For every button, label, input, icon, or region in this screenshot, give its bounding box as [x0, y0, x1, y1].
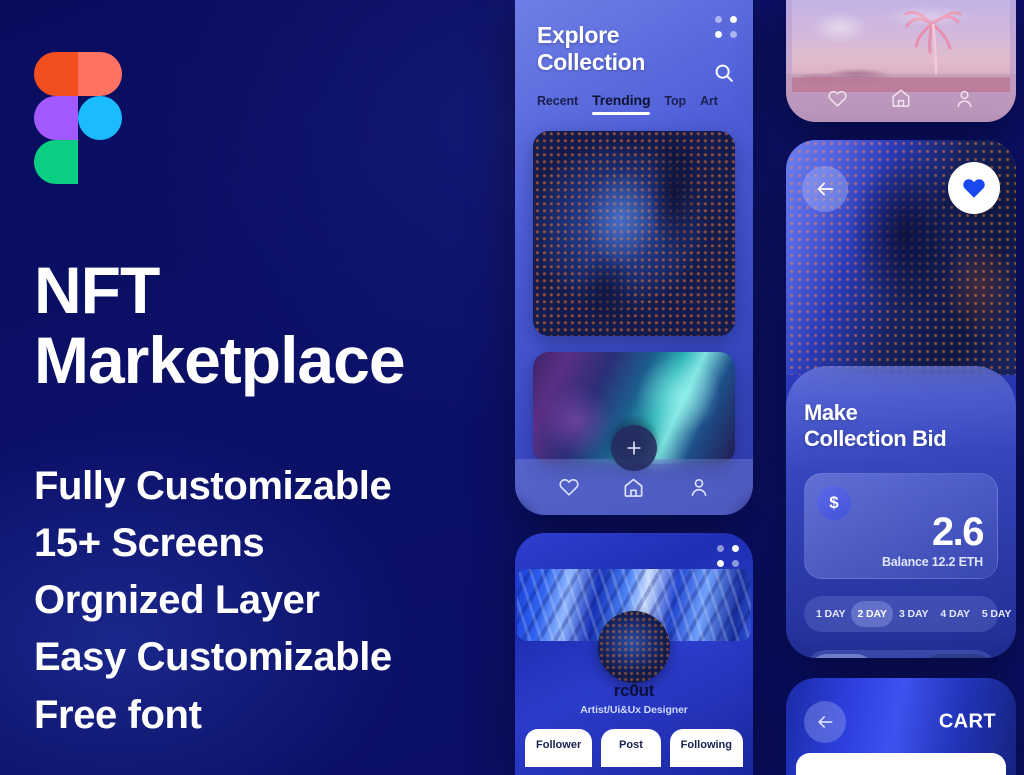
feature-list: Fully Customizable 15+ Screens Orgnized …: [34, 458, 512, 744]
bid-amount-card[interactable]: $ 2.6 Balance 12.2 ETH: [804, 472, 998, 579]
feature-item: Easy Customizable: [34, 635, 392, 680]
feature-item: Orgnized Layer: [34, 578, 320, 623]
explore-tabs: Recent Trending Top Art: [515, 76, 753, 116]
figma-logo-segment-bottom-left: [34, 140, 78, 184]
back-button[interactable]: [804, 701, 846, 743]
add-button[interactable]: [611, 425, 657, 471]
feature-item: Free font: [34, 692, 202, 737]
cancel-button[interactable]: [808, 653, 875, 658]
home-icon[interactable]: [890, 87, 912, 109]
tab-art[interactable]: Art: [700, 94, 718, 115]
bid-action-row: [804, 649, 998, 658]
cart-title: CART: [938, 710, 996, 733]
duration-option-4day[interactable]: 4 DAY: [934, 601, 975, 627]
person-icon[interactable]: [688, 476, 710, 498]
bid-duration-selector: 1 DAY 2 DAY 3 DAY 4 DAY 5 DAY: [804, 595, 1011, 632]
headline-line-2: Marketplace: [34, 322, 406, 397]
phone-profile: rc0ut Artist/Ui&Ux Designer Follower Pos…: [515, 533, 753, 775]
feature-item: Fully Customizable: [34, 463, 392, 508]
figma-logo-segment-mid-right: [78, 96, 122, 140]
figma-logo-icon: [34, 52, 122, 184]
tab-trending[interactable]: Trending: [592, 92, 651, 116]
card-landscape-preview: [786, 0, 1016, 122]
profile-header: [515, 533, 753, 569]
confirm-button[interactable]: [921, 653, 994, 658]
figma-logo-segment-mid-left: [34, 96, 78, 140]
dollar-icon: $: [817, 485, 851, 520]
left-info-panel: NFT Marketplace Fully Customizable 15+ S…: [0, 0, 512, 775]
cart-content-sheet: [796, 753, 1006, 775]
duration-option-5day[interactable]: 5 DAY: [976, 601, 1016, 627]
explore-title-line-2: Collection: [537, 49, 646, 76]
duration-option-1day[interactable]: 1 DAY: [810, 601, 851, 627]
page-title: NFT Marketplace: [34, 253, 512, 397]
profile-stat-buttons: Follower Post Following: [515, 729, 753, 767]
grid-dots-icon[interactable]: [717, 545, 739, 567]
landscape-bottom-nav: [786, 74, 1016, 122]
phone-explore-collection: Explore Collection Recent Trending Top A…: [515, 0, 753, 515]
bid-title: Make Collection Bid: [804, 400, 998, 453]
tab-recent[interactable]: Recent: [537, 94, 578, 115]
profile-username: rc0ut: [613, 681, 655, 700]
palm-tree-icon: [904, 10, 962, 77]
feature-item: 15+ Screens: [34, 521, 265, 566]
grid-dots-icon[interactable]: [715, 16, 737, 38]
bid-title-line-1: Make: [804, 400, 858, 425]
card-make-collection-bid: Make Collection Bid $ 2.6 Balance 12.2 E…: [786, 140, 1016, 658]
nft-card-portrait[interactable]: [533, 131, 735, 337]
duration-option-3day[interactable]: 3 DAY: [893, 601, 934, 627]
figma-logo-segment-top-left: [34, 52, 78, 96]
avatar[interactable]: [598, 611, 670, 683]
duration-option-2day[interactable]: 2 DAY: [851, 600, 893, 627]
person-icon[interactable]: [954, 88, 975, 109]
bid-sheet: Make Collection Bid $ 2.6 Balance 12.2 E…: [786, 366, 1016, 658]
headline-line-1: NFT: [34, 253, 160, 327]
following-button[interactable]: Following: [669, 729, 743, 767]
follower-button[interactable]: Follower: [525, 729, 593, 767]
promo-stage: NFT Marketplace Fully Customizable 15+ S…: [0, 0, 1024, 775]
nft-artwork-portrait: [533, 131, 735, 337]
post-button[interactable]: Post: [601, 729, 661, 767]
back-button[interactable]: [802, 166, 848, 212]
explore-title: Explore Collection: [537, 22, 677, 76]
bid-title-line-2: Collection Bid: [804, 426, 947, 452]
bid-amount-value: 2.6: [931, 509, 985, 554]
figma-logo-segment-top-right: [78, 52, 122, 96]
home-icon[interactable]: [622, 476, 645, 499]
explore-header: Explore Collection: [515, 0, 753, 82]
heart-filled-icon[interactable]: [948, 162, 1000, 214]
profile-role: Artist/Ui&Ux Designer: [580, 704, 688, 716]
heart-icon[interactable]: [558, 476, 580, 498]
card-cart: CART: [786, 678, 1016, 775]
tab-top[interactable]: Top: [664, 94, 686, 115]
bid-balance-label: Balance 12.2 ETH: [881, 554, 983, 569]
explore-title-line-1: Explore: [537, 22, 620, 48]
heart-icon[interactable]: [827, 88, 848, 109]
cart-header: CART: [786, 692, 1016, 752]
